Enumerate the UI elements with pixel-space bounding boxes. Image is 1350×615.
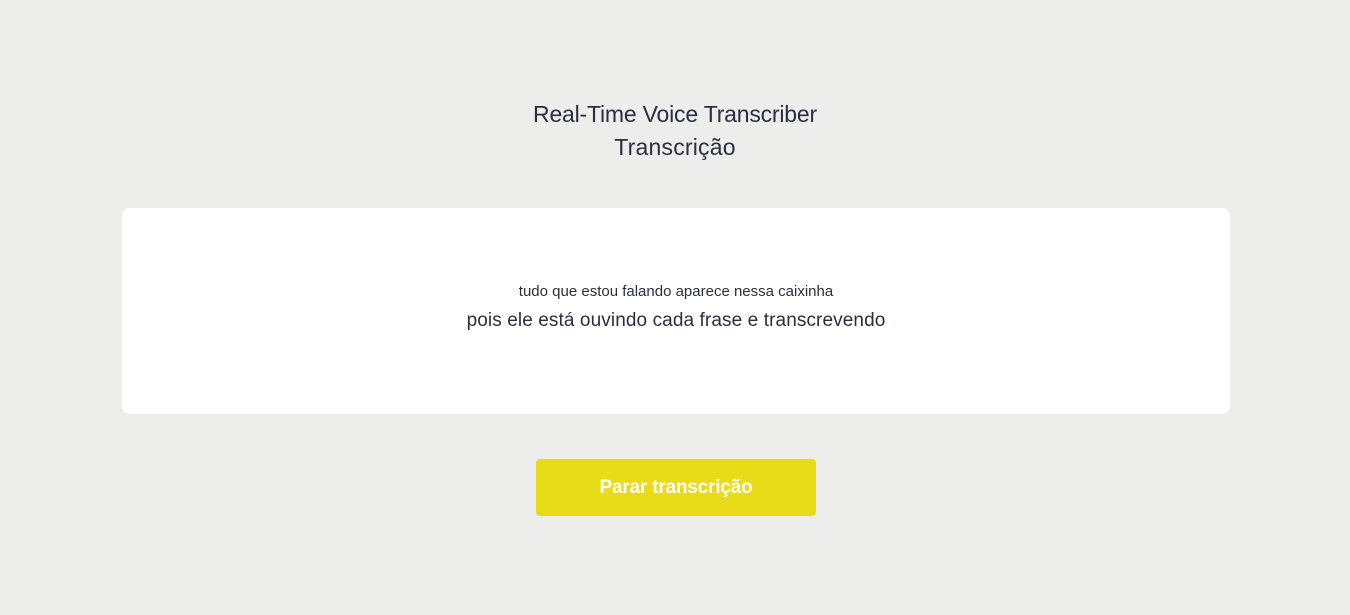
transcript-previous-line: tudo que estou falando aparece nessa cai… [518,283,834,300]
page-header: Real-Time Voice Transcriber Transcrição [0,98,1350,164]
transcript-box: tudo que estou falando aparece nessa cai… [122,208,1230,414]
app-title: Real-Time Voice Transcriber [533,101,817,127]
page-title: Transcrição [614,134,736,160]
transcript-current-line: pois ele está ouvindo cada frase e trans… [466,310,886,331]
stop-transcription-button[interactable]: Parar transcrição [536,459,816,516]
